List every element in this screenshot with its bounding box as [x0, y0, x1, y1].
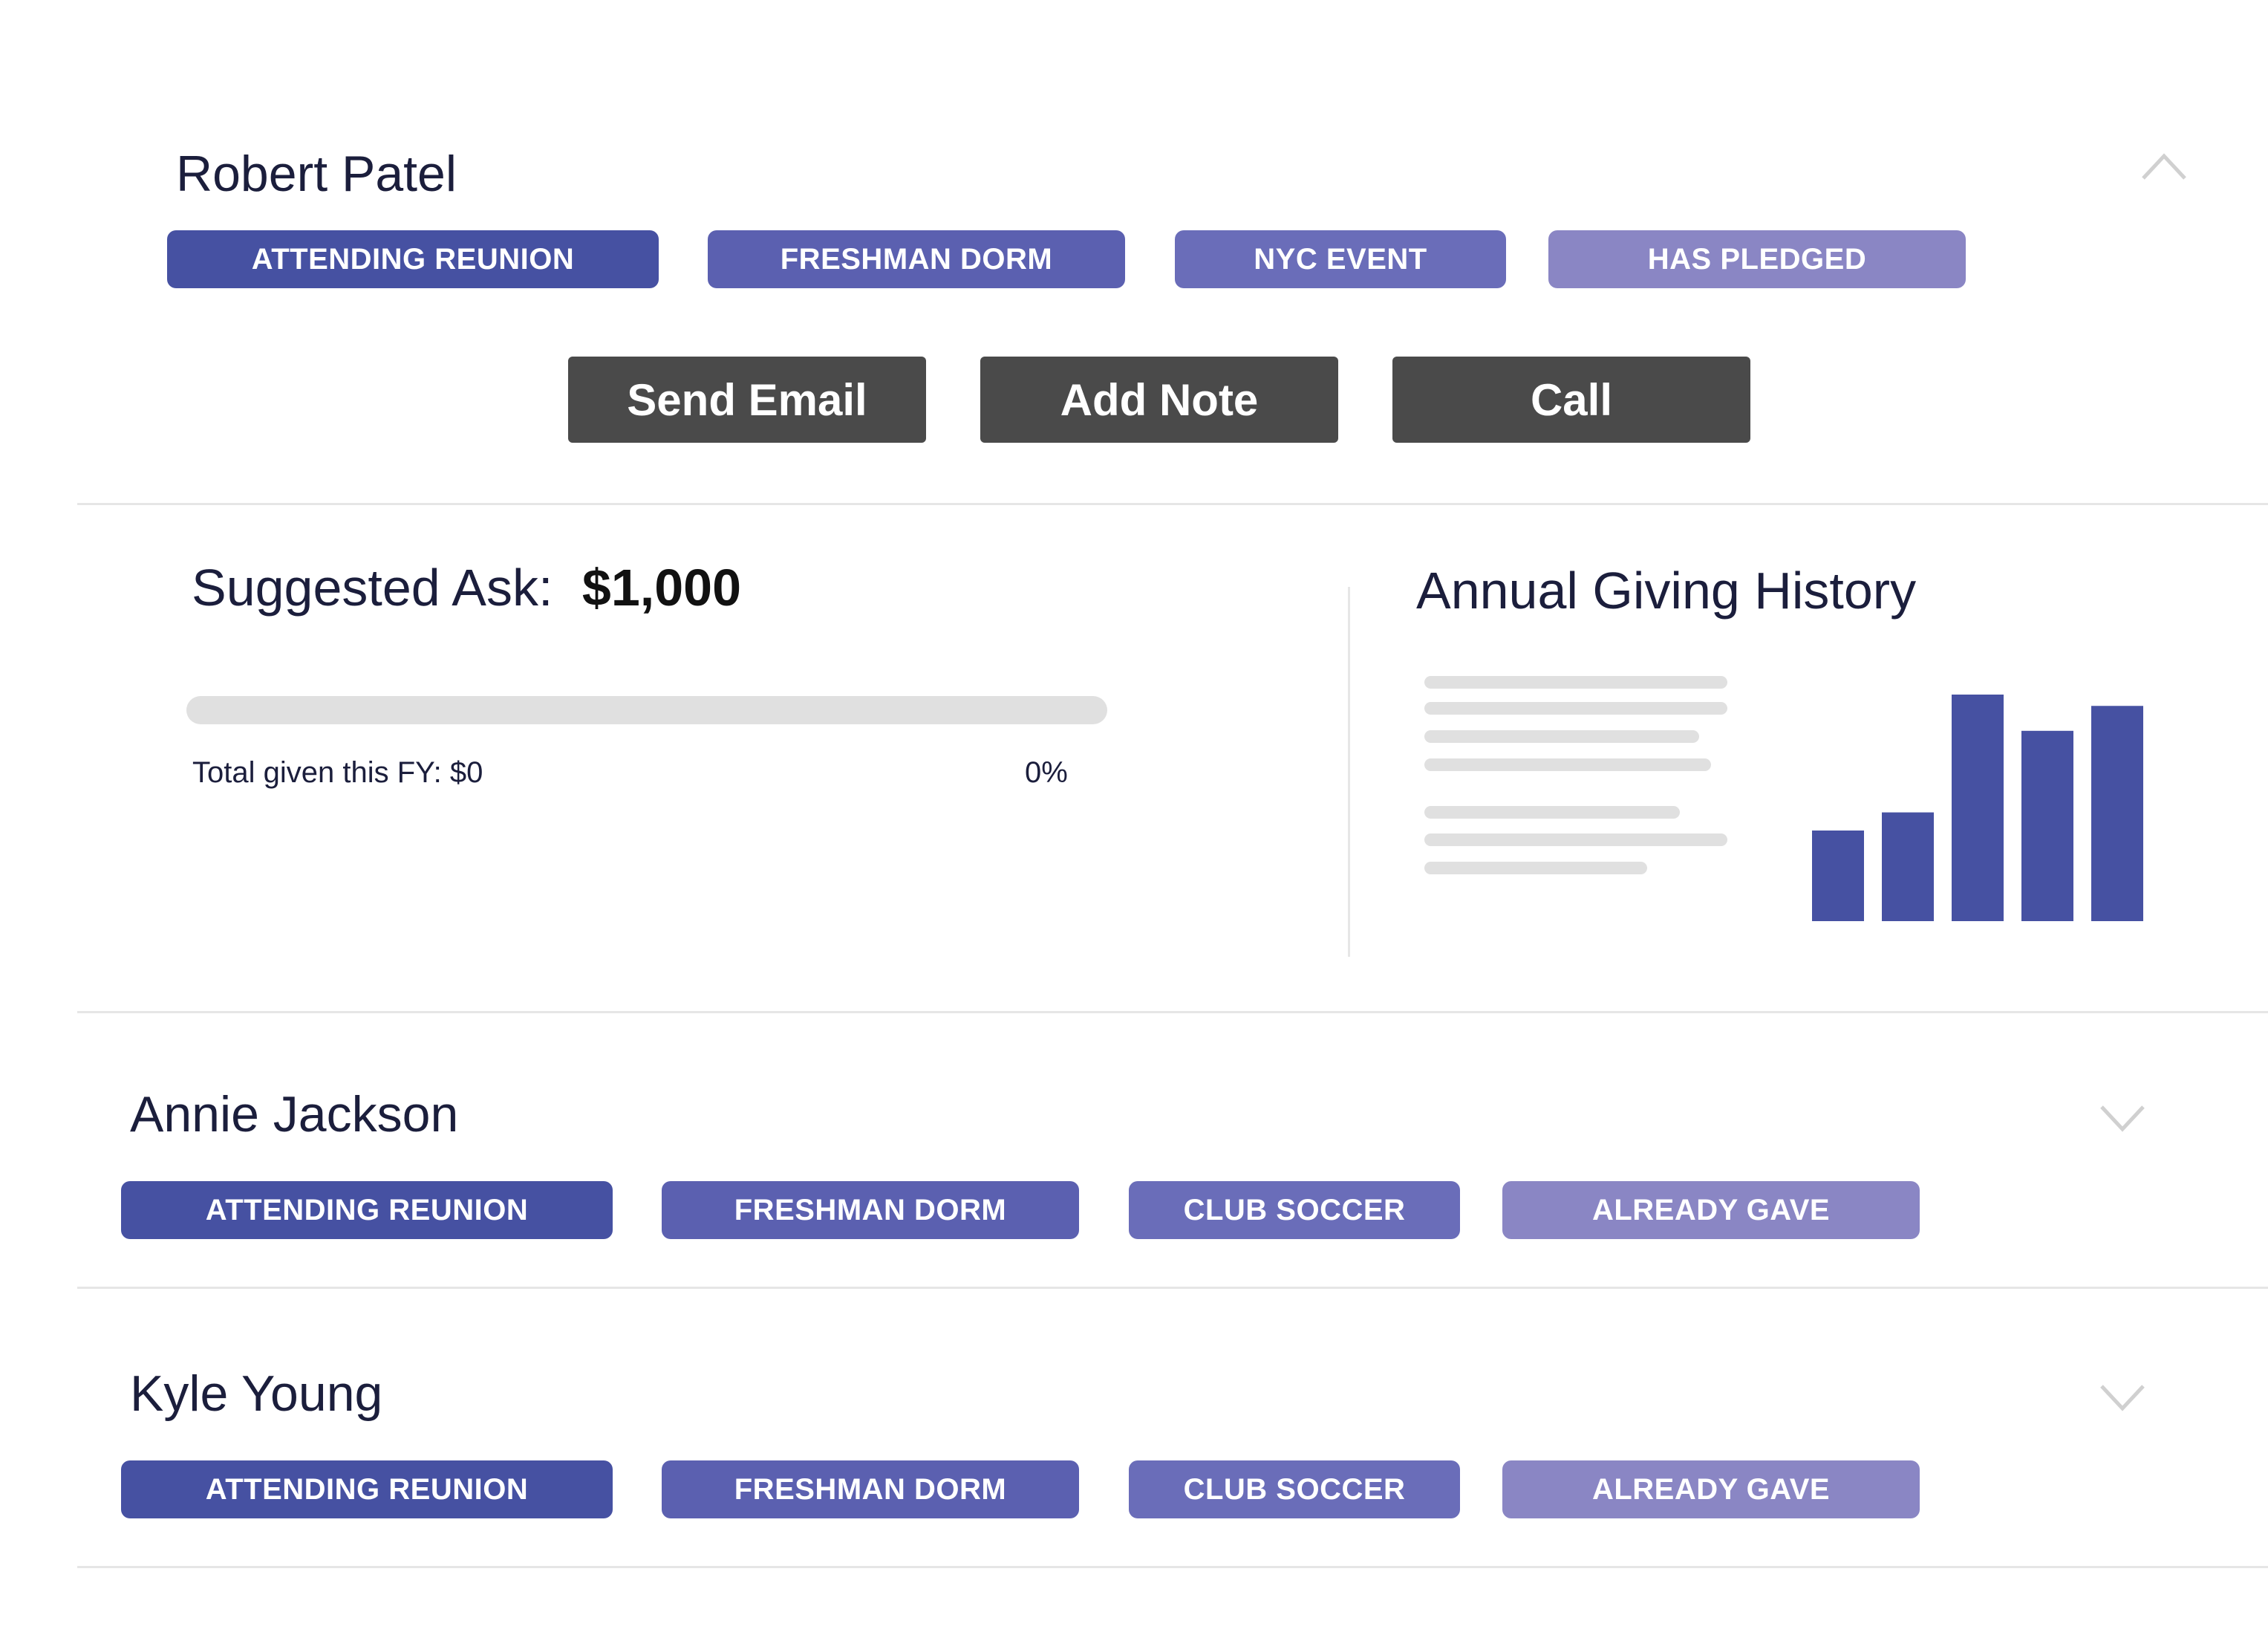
- tag-attending-reunion[interactable]: ATTENDING REUNION: [121, 1460, 613, 1518]
- placeholder-line: [1424, 676, 1727, 689]
- history-bar: [1882, 812, 1934, 921]
- tag-freshman-dorm[interactable]: FRESHMAN DORM: [662, 1460, 1079, 1518]
- tag-freshman-dorm[interactable]: FRESHMAN DORM: [708, 230, 1125, 288]
- tag-attending-reunion[interactable]: ATTENDING REUNION: [167, 230, 659, 288]
- section-divider: [77, 503, 2268, 505]
- panel-separator: [1348, 587, 1350, 957]
- donor-name: Kyle Young: [130, 1365, 383, 1422]
- section-divider: [77, 1566, 2268, 1568]
- history-bar: [1952, 695, 2004, 921]
- total-given-label: Total given this FY: $0: [192, 756, 483, 789]
- chevron-up-icon[interactable]: [2140, 152, 2188, 181]
- placeholder-line: [1424, 862, 1647, 874]
- tag-freshman-dorm[interactable]: FRESHMAN DORM: [662, 1181, 1079, 1239]
- history-bar: [1812, 831, 1864, 921]
- tag-already-gave[interactable]: ALREADY GAVE: [1502, 1181, 1920, 1239]
- giving-history-title: Annual Giving History: [1416, 562, 1917, 620]
- suggested-ask: Suggested Ask: $1,000: [192, 562, 741, 614]
- progress-percent: 0%: [1025, 756, 1068, 789]
- donor-name: Robert Patel: [176, 146, 457, 202]
- history-bar: [2021, 730, 2073, 921]
- chevron-down-icon[interactable]: [2099, 1104, 2146, 1134]
- add-note-button[interactable]: Add Note: [980, 357, 1338, 443]
- giving-progress-bar: [186, 696, 1107, 724]
- chevron-down-icon[interactable]: [2099, 1383, 2146, 1413]
- call-button[interactable]: Call: [1392, 357, 1750, 443]
- tag-attending-reunion[interactable]: ATTENDING REUNION: [121, 1181, 613, 1239]
- giving-history-chart: [1812, 695, 2143, 921]
- placeholder-line: [1424, 758, 1711, 771]
- suggested-ask-label: Suggested Ask:: [192, 559, 553, 617]
- history-bar: [2091, 706, 2143, 921]
- section-divider: [77, 1011, 2268, 1013]
- placeholder-line: [1424, 702, 1727, 715]
- section-divider: [77, 1287, 2268, 1289]
- placeholder-line: [1424, 730, 1699, 743]
- tag-nyc-event[interactable]: NYC EVENT: [1175, 230, 1506, 288]
- placeholder-line: [1424, 833, 1727, 846]
- tag-club-soccer[interactable]: CLUB SOCCER: [1129, 1460, 1460, 1518]
- tag-club-soccer[interactable]: CLUB SOCCER: [1129, 1181, 1460, 1239]
- donor-name: Annie Jackson: [130, 1086, 459, 1143]
- send-email-button[interactable]: Send Email: [568, 357, 926, 443]
- suggested-ask-amount: $1,000: [581, 559, 742, 617]
- placeholder-line: [1424, 806, 1680, 819]
- tag-already-gave[interactable]: ALREADY GAVE: [1502, 1460, 1920, 1518]
- tag-has-pledged[interactable]: HAS PLEDGED: [1548, 230, 1966, 288]
